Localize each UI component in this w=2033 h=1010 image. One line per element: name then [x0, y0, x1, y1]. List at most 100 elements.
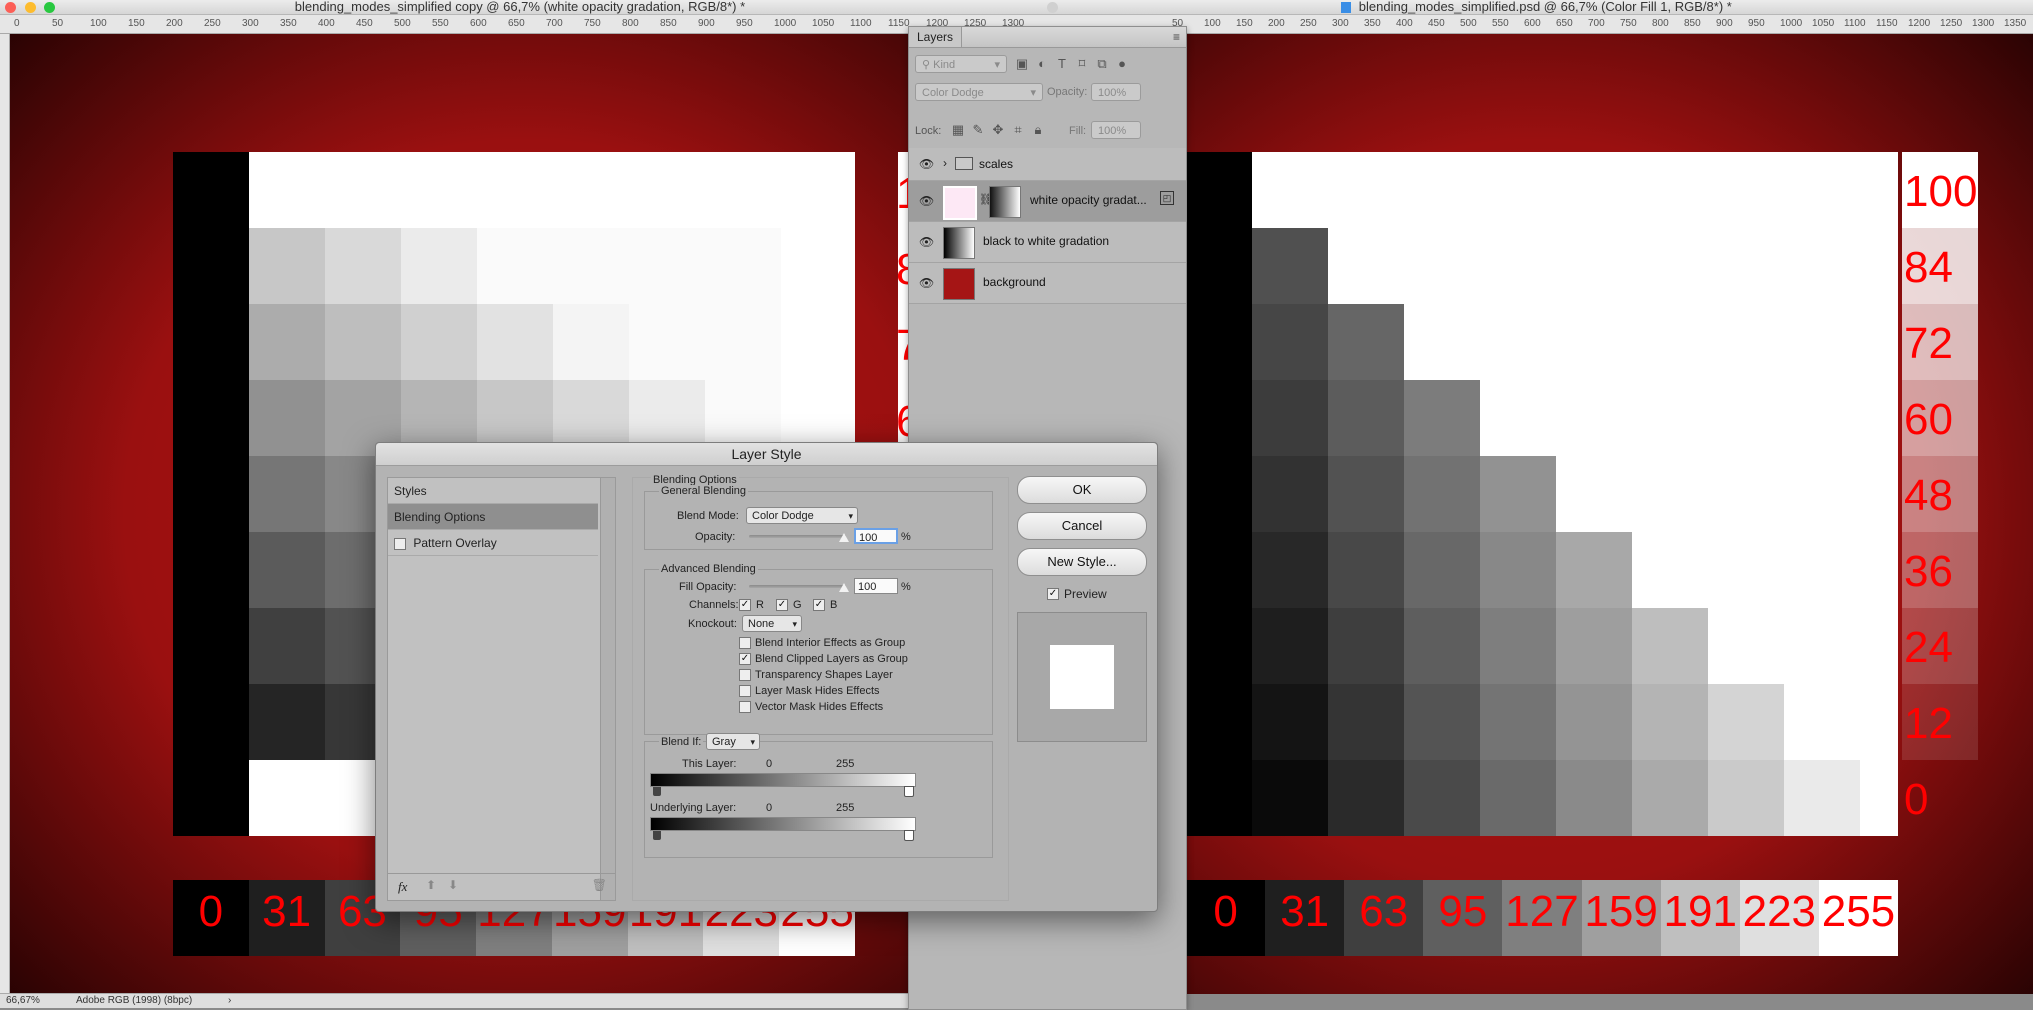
scale-value-label: 36 [1904, 547, 1953, 596]
vector-mask-hides-checkbox[interactable] [739, 701, 751, 713]
transparency-shapes-checkbox[interactable] [739, 669, 751, 681]
left-black-column [173, 152, 249, 836]
opacity-slider-handle[interactable] [839, 533, 849, 542]
lock-transparent-icon[interactable]: ▦ [951, 123, 965, 137]
this-layer-gradient [650, 773, 916, 787]
inactive-window-button[interactable] [1047, 2, 1058, 13]
move-down-icon[interactable]: ⬇︎ [448, 878, 458, 892]
layer-mask-hides-checkbox[interactable] [739, 685, 751, 697]
opacity-slider[interactable] [749, 535, 846, 538]
filter-shape-icon[interactable]: ⌑ [1075, 57, 1089, 71]
fill-opacity-slider[interactable] [749, 585, 846, 588]
layer-row-black-to-white-gradation[interactable]: 👁︎ black to white gradation [909, 222, 1186, 263]
fill-opacity-percent: % [901, 581, 911, 593]
lock-artboard-icon[interactable]: ⌗ [1011, 123, 1025, 137]
visibility-eye-icon[interactable]: 👁︎ [919, 157, 934, 171]
layer-fill-field[interactable]: 100% [1091, 121, 1141, 139]
ok-button[interactable]: OK [1017, 476, 1147, 504]
tab-layers[interactable]: Layers [909, 27, 963, 47]
styles-header[interactable]: Styles [388, 478, 598, 504]
layer-row-scales[interactable]: 👁︎ › scales [909, 148, 1186, 181]
underlying-layer-gradient [650, 817, 916, 831]
panel-menu-icon[interactable]: ≡ [1173, 30, 1180, 44]
styles-item-blending-options[interactable]: Blending Options [388, 504, 598, 530]
lock-image-icon[interactable]: ✎ [971, 123, 985, 137]
layer-opacity-field[interactable]: 100% [1091, 83, 1141, 101]
this-layer-black-handle[interactable] [653, 787, 661, 796]
lock-label: Lock: [915, 125, 942, 137]
filter-smart-object-icon[interactable]: ⧉ [1095, 57, 1109, 71]
cancel-button[interactable]: Cancel [1017, 512, 1147, 540]
styles-scrollbar[interactable] [600, 478, 615, 900]
trash-icon[interactable]: 🗑︎ [592, 878, 607, 892]
fill-opacity-input[interactable]: 100 [854, 578, 898, 594]
strip-value-label: 95 [1438, 887, 1488, 936]
grid-cell [1632, 608, 1708, 684]
layer-row-background[interactable]: 👁︎ background [909, 263, 1186, 304]
blend-interior-effects-checkbox[interactable] [739, 637, 751, 649]
ruler-tick-label: 950 [736, 18, 753, 29]
layer-row-white-opacity-gradation[interactable]: 👁︎ ⛓︎ white opacity gradat... ◰ [909, 181, 1186, 222]
channel-r-checkbox[interactable]: ✓ [739, 599, 751, 611]
ruler-tick-label: 600 [1524, 18, 1541, 29]
pattern-overlay-checkbox[interactable] [394, 537, 406, 550]
opacity-input[interactable]: 100 [854, 528, 898, 544]
blend-interior-effects-label: Blend Interior Effects as Group [755, 637, 906, 649]
grid-cell [1404, 532, 1480, 608]
fill-opacity-input-value: 100 [858, 581, 877, 593]
chevron-down-icon: ▾ [1030, 87, 1036, 99]
ruler-tick-label: 750 [1620, 18, 1637, 29]
filter-adjustment-icon[interactable]: ◐ [1035, 57, 1049, 71]
zoom-level[interactable]: 66,67% [6, 994, 40, 1008]
opacity-label: Opacity: [695, 531, 736, 543]
grid-cell [325, 304, 401, 380]
underlying-black-handle[interactable] [653, 831, 661, 840]
blend-if-select[interactable]: Gray ▾ [706, 733, 760, 750]
grid-cell [325, 228, 401, 304]
filter-pixel-icon[interactable]: ▣ [1015, 57, 1029, 71]
layer-name: background [983, 275, 1046, 289]
ruler-tick-label: 1100 [850, 18, 872, 29]
visibility-eye-icon[interactable]: 👁︎ [919, 276, 934, 290]
filter-type-icon[interactable]: T [1055, 57, 1069, 71]
grid-cell [1328, 608, 1404, 684]
zoom-window-button[interactable] [44, 2, 55, 13]
scale-value-label: 72 [1904, 319, 1953, 368]
channels-label: Channels: [689, 599, 739, 611]
grid-cell [1252, 304, 1328, 380]
kind-filter-select[interactable]: ⚲ Kind ▾ [915, 55, 1007, 73]
layer-blend-mode-value: Color Dodge [922, 87, 984, 99]
knockout-select[interactable]: None ▾ [742, 615, 802, 632]
filter-toggle-icon[interactable]: ● [1115, 57, 1129, 71]
chevron-right-icon[interactable]: › [943, 156, 947, 170]
ruler-tick-label: 1200 [1908, 18, 1931, 29]
grid-cell [1556, 608, 1632, 684]
fx-icon[interactable]: fx [398, 879, 407, 895]
move-up-icon[interactable]: ⬆︎ [426, 878, 436, 892]
this-layer-white-handle[interactable] [904, 786, 914, 797]
ruler-tick-label: 350 [280, 18, 297, 29]
visibility-eye-icon[interactable]: 👁︎ [919, 194, 934, 208]
knockout-value: None [748, 618, 775, 630]
smart-filter-icon: ◰ [1160, 191, 1174, 205]
layer-blend-mode-select[interactable]: Color Dodge ▾ [915, 83, 1043, 101]
blend-mode-select[interactable]: Color Dodge ▾ [746, 507, 858, 524]
styles-item-pattern-overlay[interactable]: Pattern Overlay [388, 530, 598, 556]
new-style-button[interactable]: New Style... [1017, 548, 1147, 576]
fill-opacity-slider-handle[interactable] [839, 583, 849, 592]
ruler-tick-label: 400 [1396, 18, 1413, 29]
grid-cell [1252, 608, 1328, 684]
blend-clipped-layers-checkbox[interactable]: ✓ [739, 653, 751, 665]
scale-value-label: 12 [1904, 699, 1953, 748]
close-window-button[interactable] [5, 2, 16, 13]
underlying-layer-label: Underlying Layer: [650, 802, 737, 814]
lock-all-icon[interactable]: 🔒︎ [1031, 123, 1045, 137]
lock-position-icon[interactable]: ✥ [991, 123, 1005, 137]
status-menu-arrow[interactable]: › [228, 994, 231, 1008]
channel-b-checkbox[interactable]: ✓ [813, 599, 825, 611]
preview-checkbox[interactable]: ✓ [1047, 588, 1059, 600]
underlying-white-handle[interactable] [904, 830, 914, 841]
minimize-window-button[interactable] [25, 2, 36, 13]
visibility-eye-icon[interactable]: 👁︎ [919, 235, 934, 249]
channel-g-checkbox[interactable]: ✓ [776, 599, 788, 611]
